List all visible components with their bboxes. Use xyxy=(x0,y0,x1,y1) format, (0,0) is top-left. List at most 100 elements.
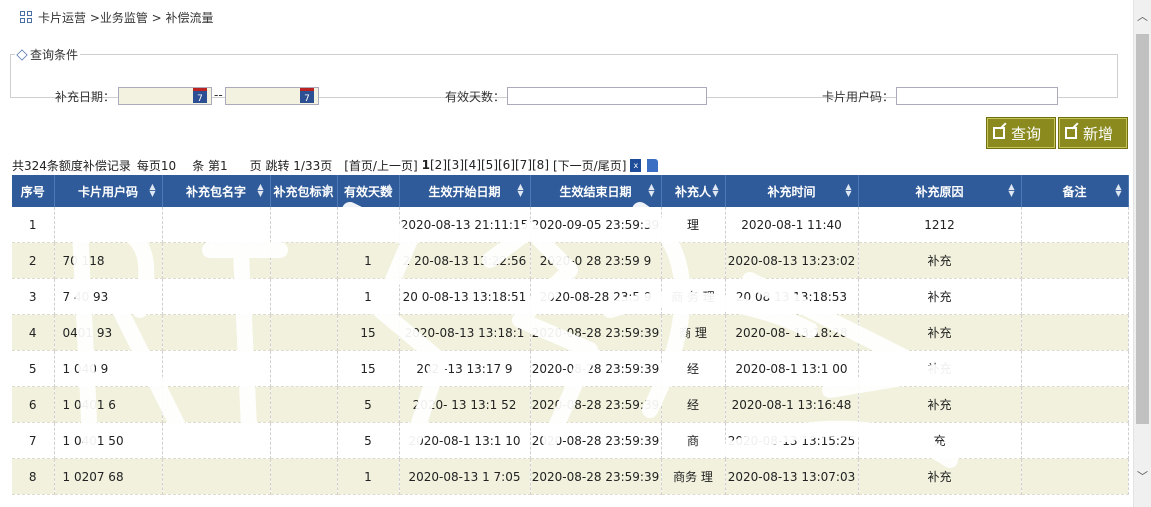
table-cell: 充 xyxy=(858,422,1022,459)
excel-export-icon[interactable]: x xyxy=(630,158,642,172)
card-user-label: 卡片用户码： xyxy=(822,90,895,104)
sort-arrows-icon[interactable]: ▲ ▼ xyxy=(648,183,654,198)
column-header[interactable]: 补充包名字 ▲ ▼ xyxy=(162,175,271,207)
table-row[interactable]: 61 0401 6 5 2020- 13 13:1 52 2020-08-28 23:… xyxy=(12,386,1129,423)
query-legend: 查询条件 xyxy=(15,46,80,63)
table-cell xyxy=(337,207,400,243)
sort-arrows-icon[interactable]: ▲ ▼ xyxy=(257,183,263,198)
sort-arrows-icon[interactable]: ▲ ▼ xyxy=(324,183,330,198)
table-cell: 补充 xyxy=(858,278,1022,315)
table-cell: 70 118 xyxy=(54,242,163,279)
page-link[interactable]: [8] xyxy=(532,158,549,172)
table-cell: 2020-08-13 13:15:25 xyxy=(725,422,859,459)
sort-arrows-icon[interactable]: ▲ ▼ xyxy=(845,183,851,198)
table-cell: 202 -13 13:17 9 xyxy=(399,350,531,387)
table-cell xyxy=(1021,386,1129,423)
table-row[interactable]: 71 0401 50 5 2020-08-1 13:1 10 2020-08-28 2… xyxy=(12,422,1129,459)
valid-days-input[interactable] xyxy=(507,87,707,105)
column-header-label: 序号 xyxy=(20,184,45,199)
table-cell: 2020- 13 13:1 52 xyxy=(399,386,531,423)
column-header[interactable]: 生效开始日期 ▲ ▼ xyxy=(399,175,531,207)
table-cell: 商 理 xyxy=(661,314,726,351)
vertical-scrollbar[interactable]: ︿ ﹀ xyxy=(1133,0,1151,507)
query-button[interactable]: 查询 xyxy=(986,117,1056,149)
valid-days-label: 有效天数： xyxy=(445,90,506,104)
page-link[interactable]: [4] xyxy=(464,158,481,172)
table-cell: 2020-08-1 13:16:48 xyxy=(725,386,859,423)
table-cell xyxy=(1021,207,1129,243)
table-cell: 20 08 13 13:18:53 xyxy=(725,278,859,315)
table-cell xyxy=(162,278,271,315)
column-header[interactable]: 生效结束日期 ▲ ▼ xyxy=(530,175,662,207)
table-cell: 5 xyxy=(337,386,400,423)
sort-arrows-icon[interactable]: ▲ ▼ xyxy=(386,183,392,198)
page-link[interactable]: [6] xyxy=(498,158,515,172)
table-cell xyxy=(1021,422,1129,459)
table-cell: 2020-08-28 23:59:39 xyxy=(530,314,662,351)
table-cell xyxy=(1021,350,1129,387)
table-row[interactable]: 4 0401 93 15 2020-08-13 13:18:1 2020-08-28 2… xyxy=(12,314,1129,351)
column-header[interactable]: 卡片用户码 ▲ ▼ xyxy=(54,175,163,207)
column-header-label: 卡片用户码 xyxy=(77,184,138,199)
table-cell: 2020-08-13 13:18:1 xyxy=(399,314,531,351)
table-cell xyxy=(270,422,338,459)
table-row[interactable]: 1 2020-08-13 21:11:15 2020-09-05 23:59:39 理… xyxy=(12,207,1129,243)
table-row[interactable]: 81 0207 68 1 2020-08-13 1 7:05 2020-08-28 2… xyxy=(12,458,1129,495)
sort-arrows-icon[interactable]: ▲ ▼ xyxy=(149,183,155,198)
column-header-label: 生效结束日期 xyxy=(559,184,632,199)
calendar-to-icon[interactable]: 7 xyxy=(300,88,314,104)
sort-arrows-icon[interactable]: ▲ ▼ xyxy=(517,183,523,198)
table-cell: 2020-08-13 13:07:03 xyxy=(725,458,859,495)
card-user-input[interactable] xyxy=(896,87,1058,105)
column-header[interactable]: 序号 xyxy=(12,175,55,207)
calendar-from-icon[interactable]: 7 xyxy=(193,88,207,104)
column-header[interactable]: 有效天数 ▲ ▼ xyxy=(337,175,400,207)
column-header-label: 补充时间 xyxy=(767,184,816,199)
column-header[interactable]: 补充时间 ▲ ▼ xyxy=(725,175,859,207)
pager-first-prev[interactable]: [首页/上一页] xyxy=(344,157,417,174)
document-export-icon[interactable] xyxy=(647,158,659,172)
table-cell xyxy=(270,207,338,243)
page-link[interactable]: [5] xyxy=(481,158,498,172)
table-cell xyxy=(162,458,271,495)
page-link[interactable]: [2] xyxy=(430,158,447,172)
add-button[interactable]: 新增 xyxy=(1058,117,1128,149)
table-cell: 1 0207 68 xyxy=(54,458,163,495)
table-cell: 1 0401 6 xyxy=(54,386,163,423)
column-header[interactable]: 备注 ▲ ▼ xyxy=(1021,175,1129,207)
scrollbar-thumb[interactable] xyxy=(1136,34,1149,424)
table-cell: 2020-08-28 23:59:39 xyxy=(530,458,662,495)
table-cell: 商 xyxy=(661,422,726,459)
table-header-row: 序号 卡片用户码 ▲ ▼ 补充包名字 ▲ ▼ 补充包标识 ▲ ▼ 有效天数 ▲ ▼ 生效开始日期 ▲ ▼ 生效结… xyxy=(12,175,1129,207)
pager-summary: 共324条额度补偿记录 xyxy=(12,158,131,173)
table-cell xyxy=(162,314,271,351)
table-cell xyxy=(1021,278,1129,315)
table-row[interactable]: 51 040 9 15 202 -13 13:17 9 2020-08-28 23:5… xyxy=(12,350,1129,387)
pager-jump[interactable]: 页 跳转 1/33页 xyxy=(250,157,333,174)
table-cell xyxy=(270,314,338,351)
table-cell: 2020-08-13 21:11:15 xyxy=(399,207,531,243)
column-header[interactable]: 补充原因 ▲ ▼ xyxy=(858,175,1022,207)
sort-arrows-icon[interactable]: ▲ ▼ xyxy=(1008,183,1014,198)
table-cell xyxy=(162,386,271,423)
table-cell: 2020-08-28 23:59:39 xyxy=(530,350,662,387)
scroll-down-icon[interactable]: ﹀ xyxy=(1136,470,1149,484)
scroll-up-icon[interactable]: ︿ xyxy=(1136,10,1149,24)
table-cell: 商 务 理 xyxy=(661,278,726,315)
pager-tiao: 条 第1 xyxy=(192,158,228,173)
table-row[interactable]: 2 70 118 1 2 20-08-13 13:22:56 2020-0 28 23:… xyxy=(12,242,1129,279)
column-header[interactable]: 补充人 ▲ ▼ xyxy=(661,175,726,207)
page-link[interactable]: [7] xyxy=(515,158,532,172)
table-row[interactable]: 37 40 93 1 20 0-08-13 13:18:51 2020-08-28 2… xyxy=(12,278,1129,315)
sort-arrows-icon[interactable]: ▲ ▼ xyxy=(1115,183,1121,198)
table-cell: 1 040 9 xyxy=(54,350,163,387)
sort-arrows-icon[interactable]: ▲ ▼ xyxy=(712,183,718,198)
page-link[interactable]: 1 xyxy=(422,158,430,172)
table-cell: 15 xyxy=(337,350,400,387)
page-link[interactable]: [3] xyxy=(447,158,464,172)
table-cell xyxy=(270,278,338,315)
table-cell: 补充 xyxy=(858,386,1022,423)
pager-next-last[interactable]: [下一页/尾页] xyxy=(553,157,626,174)
table-cell: 8 xyxy=(12,458,55,495)
column-header[interactable]: 补充包标识 ▲ ▼ xyxy=(270,175,338,207)
